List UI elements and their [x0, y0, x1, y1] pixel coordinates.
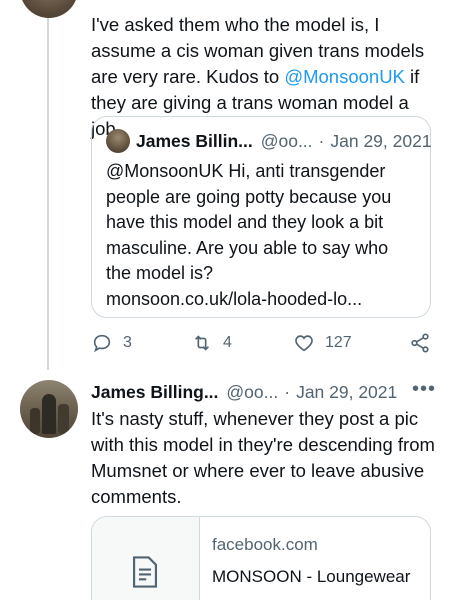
quoted-tweet[interactable]: James Billin... @oo... · Jan 29, 2021 @M… — [91, 116, 432, 318]
quoted-tweet-text: @MonsoonUK Hi, anti transgender people a… — [106, 159, 416, 312]
retweet-icon — [194, 335, 210, 351]
card-thumbnail — [92, 517, 200, 600]
share-button[interactable] — [409, 332, 431, 354]
reply-count: 3 — [123, 334, 132, 351]
quoted-author-name: James Billin... — [136, 130, 253, 151]
quoted-link[interactable]: monsoon.co.uk/lola-hooded-lo... — [106, 289, 362, 309]
more-options-icon[interactable]: ••• — [412, 378, 436, 401]
retweet-count: 4 — [223, 334, 232, 351]
document-icon — [132, 556, 158, 588]
meta-separator: · — [284, 382, 291, 402]
like-icon — [295, 335, 313, 352]
thread-connector-line — [47, 0, 49, 370]
mention-link[interactable]: @MonsoonUK — [284, 66, 405, 87]
avatar-photo-detail — [58, 404, 69, 434]
quoted-date: Jan 29, 2021 — [330, 130, 432, 151]
tweet-actions: 3 4 127 — [91, 330, 436, 356]
quoted-tweet-header: James Billin... @oo... · Jan 29, 2021 — [106, 129, 432, 153]
card-body: facebook.com MONSOON - Loungewear — [200, 517, 422, 600]
retweet-button[interactable]: 4 — [191, 332, 232, 354]
avatar-photo-detail — [42, 394, 56, 434]
reply-button[interactable]: 3 — [91, 332, 132, 354]
avatar-photo-detail — [30, 408, 40, 434]
tweet-date[interactable]: Jan 29, 2021 — [296, 382, 397, 403]
reply-icon — [93, 334, 111, 353]
like-count: 127 — [325, 334, 352, 351]
avatar[interactable] — [20, 380, 78, 438]
avatar[interactable] — [20, 0, 78, 18]
tweet-header: James Billing... @oo... · Jan 29, 2021 •… — [91, 378, 436, 403]
link-card[interactable]: facebook.com MONSOON - Loungewear — [91, 516, 431, 600]
author-name[interactable]: James Billing... — [91, 382, 218, 403]
share-icon — [411, 333, 429, 353]
quoted-author-handle: @oo... — [260, 130, 313, 151]
card-title: MONSOON - Loungewear — [212, 567, 411, 586]
quoted-body: @MonsoonUK Hi, anti transgender people a… — [106, 161, 392, 283]
like-button[interactable]: 127 — [293, 332, 352, 354]
tweet-text: It's nasty stuff, whenever they post a p… — [91, 408, 435, 507]
author-handle: @oo... — [226, 382, 279, 402]
meta-separator: · — [318, 130, 325, 151]
quoted-avatar — [106, 129, 130, 153]
card-domain: facebook.com — [212, 535, 318, 554]
